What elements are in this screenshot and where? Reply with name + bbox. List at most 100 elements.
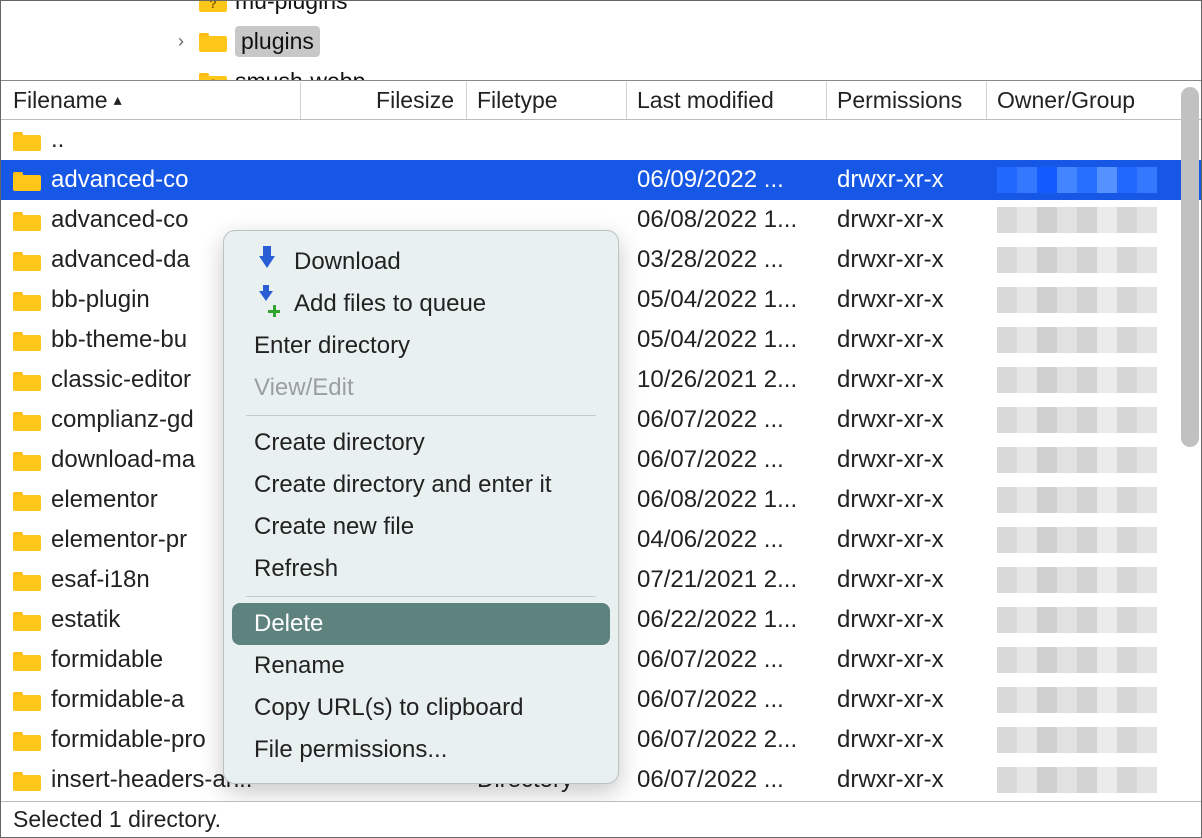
- download-icon: [254, 249, 280, 275]
- censored-owner: [997, 647, 1157, 673]
- table-row[interactable]: advanced-co06/09/2022 ...drwxr-xr-x: [1, 160, 1201, 200]
- menu-item-file-permissions[interactable]: File permissions...: [232, 729, 610, 771]
- cell-lastmodified: 06/07/2022 ...: [627, 686, 827, 714]
- cell-lastmodified: 06/07/2022 ...: [627, 446, 827, 474]
- folder-icon: [13, 449, 41, 471]
- cell-lastmodified: 05/04/2022 1...: [627, 326, 827, 354]
- censored-owner: [997, 327, 1157, 353]
- cell-ownergroup: [987, 727, 1163, 753]
- filename-text: classic-editor: [51, 366, 191, 394]
- folder-icon: [13, 369, 41, 391]
- filename-text: advanced-da: [51, 246, 190, 274]
- menu-item-label: Add files to queue: [294, 290, 486, 318]
- column-header-row: Filename ▴ Filesize Filetype Last modifi…: [1, 82, 1201, 120]
- cell-permissions: drwxr-xr-x: [827, 206, 987, 234]
- context-menu[interactable]: Download Add files to queue Enter director…: [223, 230, 619, 784]
- folder-icon: [13, 649, 41, 671]
- filename-text: elementor-pr: [51, 526, 187, 554]
- tree-item[interactable]: smush-webp: [1, 61, 1201, 81]
- col-filesize[interactable]: Filesize: [301, 82, 467, 119]
- menu-item-label: Create new file: [254, 513, 414, 541]
- col-lastmodified[interactable]: Last modified: [627, 82, 827, 119]
- cell-permissions: drwxr-xr-x: [827, 646, 987, 674]
- menu-item-create-directory-and-enter-it[interactable]: Create directory and enter it: [232, 464, 610, 506]
- cell-permissions: drwxr-xr-x: [827, 286, 987, 314]
- cell-ownergroup: [987, 207, 1163, 233]
- censored-owner: [997, 487, 1157, 513]
- menu-item-enter-directory[interactable]: Enter directory: [232, 325, 610, 367]
- menu-item-download[interactable]: Download: [232, 241, 610, 283]
- folder-icon: [13, 249, 41, 271]
- filename-text: elementor: [51, 486, 158, 514]
- status-text: Selected 1 directory.: [13, 806, 221, 832]
- menu-item-label: View/Edit: [254, 374, 354, 402]
- menu-item-view-edit: View/Edit: [232, 367, 610, 409]
- menu-item-label: Rename: [254, 652, 345, 680]
- menu-item-add-files-to-queue[interactable]: Add files to queue: [232, 283, 610, 325]
- censored-owner: [997, 407, 1157, 433]
- cell-filename: ..: [1, 126, 301, 154]
- filename-text: complianz-gd: [51, 406, 194, 434]
- folder-icon: [13, 129, 41, 151]
- cell-ownergroup: [987, 767, 1163, 793]
- col-permissions-label: Permissions: [837, 87, 962, 114]
- filename-text: bb-theme-bu: [51, 326, 187, 354]
- menu-separator: [246, 596, 596, 597]
- menu-item-label: Copy URL(s) to clipboard: [254, 694, 523, 722]
- chevron-right-icon[interactable]: ›: [171, 31, 191, 52]
- tree-item[interactable]: mu-plugins: [1, 1, 1201, 21]
- cell-permissions: drwxr-xr-x: [827, 606, 987, 634]
- cell-ownergroup: [987, 287, 1163, 313]
- col-filename-label: Filename: [13, 87, 108, 114]
- cell-lastmodified: 06/07/2022 ...: [627, 646, 827, 674]
- filename-text: ..: [51, 126, 64, 154]
- menu-item-rename[interactable]: Rename: [232, 645, 610, 687]
- tree-item-label: plugins: [235, 26, 320, 57]
- cell-ownergroup: [987, 407, 1163, 433]
- folder-icon: [13, 689, 41, 711]
- censored-owner: [997, 447, 1157, 473]
- cell-permissions: drwxr-xr-x: [827, 406, 987, 434]
- filename-text: download-ma: [51, 446, 195, 474]
- cell-permissions: drwxr-xr-x: [827, 366, 987, 394]
- cell-lastmodified: 03/28/2022 ...: [627, 246, 827, 274]
- table-row[interactable]: ..: [1, 120, 1201, 160]
- folder-icon: [13, 729, 41, 751]
- folder-icon: [13, 489, 41, 511]
- cell-lastmodified: 10/26/2021 2...: [627, 366, 827, 394]
- menu-item-refresh[interactable]: Refresh: [232, 548, 610, 590]
- menu-item-label: File permissions...: [254, 736, 447, 764]
- cell-permissions: drwxr-xr-x: [827, 446, 987, 474]
- censored-owner: [997, 727, 1157, 753]
- menu-item-label: Download: [294, 248, 401, 276]
- cell-ownergroup: [987, 607, 1163, 633]
- cell-permissions: drwxr-xr-x: [827, 726, 987, 754]
- col-filetype[interactable]: Filetype: [467, 82, 627, 119]
- cell-permissions: drwxr-xr-x: [827, 766, 987, 794]
- tree-item[interactable]: › plugins: [1, 21, 1201, 61]
- cell-lastmodified: 06/07/2022 ...: [627, 406, 827, 434]
- menu-item-label: Enter directory: [254, 332, 410, 360]
- menu-item-copy-url-s-to-clipboard[interactable]: Copy URL(s) to clipboard: [232, 687, 610, 729]
- scrollbar[interactable]: [1181, 87, 1199, 447]
- cell-lastmodified: 06/22/2022 1...: [627, 606, 827, 634]
- censored-owner: [997, 207, 1157, 233]
- folder-icon: [13, 569, 41, 591]
- menu-item-create-directory[interactable]: Create directory: [232, 422, 610, 464]
- menu-item-create-new-file[interactable]: Create new file: [232, 506, 610, 548]
- filename-text: advanced-co: [51, 166, 188, 194]
- cell-permissions: drwxr-xr-x: [827, 246, 987, 274]
- censored-owner: [997, 367, 1157, 393]
- col-ownergroup[interactable]: Owner/Group: [987, 82, 1163, 119]
- menu-item-delete[interactable]: Delete: [232, 603, 610, 645]
- status-bar: Selected 1 directory.: [1, 801, 1201, 837]
- cell-permissions: drwxr-xr-x: [827, 566, 987, 594]
- cell-ownergroup: [987, 367, 1163, 393]
- folder-icon: [13, 329, 41, 351]
- censored-owner: [997, 167, 1157, 193]
- col-filename[interactable]: Filename ▴: [1, 82, 301, 119]
- folder-icon: [13, 409, 41, 431]
- sort-indicator-icon: ▴: [114, 90, 122, 110]
- cell-ownergroup: [987, 567, 1163, 593]
- col-permissions[interactable]: Permissions: [827, 82, 987, 119]
